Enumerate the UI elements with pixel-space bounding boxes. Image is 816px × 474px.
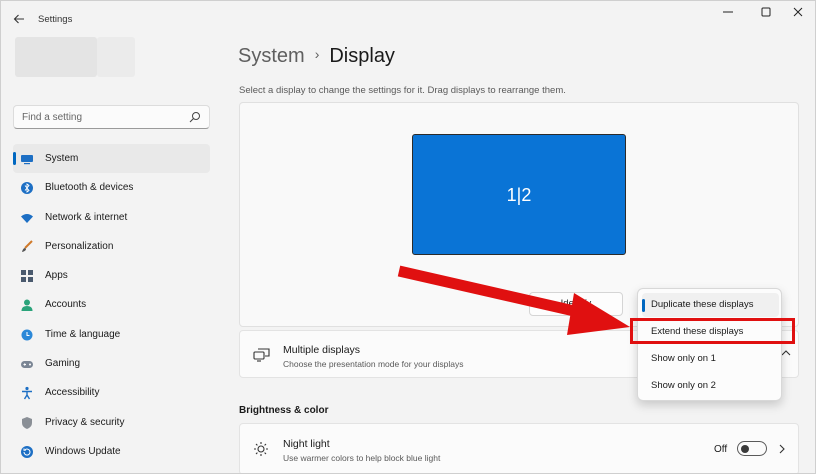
maximize-button[interactable] xyxy=(752,5,780,23)
dropdown-option-duplicate[interactable]: Duplicate these displays xyxy=(642,293,779,317)
display-arrangement-description: Select a display to change the settings … xyxy=(239,85,566,96)
gamepad-icon xyxy=(21,361,33,369)
sidebar-item-label: Bluetooth & devices xyxy=(45,182,134,194)
sidebar-item-label: Apps xyxy=(45,270,68,282)
sidebar-item-system[interactable]: System xyxy=(13,144,210,174)
sidebar-item-gaming[interactable]: Gaming xyxy=(13,349,210,378)
sidebar-item-time-language[interactable]: Time & language xyxy=(13,320,210,349)
dropdown-option-label: Show only on 1 xyxy=(651,353,716,364)
app-title: Settings xyxy=(38,14,73,25)
apps-icon xyxy=(21,270,33,283)
multiple-displays-subtitle: Choose the presentation mode for your di… xyxy=(283,359,464,369)
chevron-right-icon[interactable] xyxy=(776,443,788,455)
night-light-setting[interactable]: Night light Use warmer colors to help bl… xyxy=(239,423,799,473)
sidebar-item-windows-update[interactable]: Windows Update xyxy=(13,437,210,466)
accessibility-icon xyxy=(22,387,32,400)
annotation-highlight-box xyxy=(630,318,795,344)
sidebar-item-bluetooth[interactable]: Bluetooth & devices xyxy=(13,173,210,202)
multiple-displays-icon xyxy=(253,348,270,362)
close-button[interactable] xyxy=(784,5,812,23)
toggle-knob xyxy=(741,444,749,453)
update-icon xyxy=(21,445,33,458)
dropdown-option-show-only-2[interactable]: Show only on 2 xyxy=(642,374,779,398)
search-icon xyxy=(189,112,200,123)
sidebar-item-personalization[interactable]: Personalization xyxy=(13,232,210,261)
user-profile[interactable] xyxy=(15,37,135,77)
sidebar-item-accounts[interactable]: Accounts xyxy=(13,290,210,319)
multiple-displays-title: Multiple displays xyxy=(283,344,361,356)
sidebar-item-network[interactable]: Network & internet xyxy=(13,203,210,232)
sidebar-item-label: Personalization xyxy=(45,240,114,252)
page-title: Display xyxy=(329,45,395,67)
monitor-label: 1|2 xyxy=(506,185,532,205)
back-button[interactable] xyxy=(9,10,29,28)
breadcrumb: System › Display xyxy=(238,45,395,68)
sidebar-item-label: Time & language xyxy=(45,328,121,340)
search-box[interactable] xyxy=(13,105,210,129)
sidebar-item-label: Accounts xyxy=(45,299,87,311)
minimize-icon xyxy=(723,11,733,13)
arrow-left-icon xyxy=(13,14,24,24)
minimize-button[interactable] xyxy=(714,5,742,23)
sun-icon xyxy=(254,442,268,456)
sidebar-item-label: Gaming xyxy=(45,358,81,370)
breadcrumb-separator: › xyxy=(314,46,320,62)
bluetooth-icon xyxy=(21,182,33,195)
sidebar-item-apps[interactable]: Apps xyxy=(13,261,210,290)
night-light-title: Night light xyxy=(283,438,330,450)
brush-icon xyxy=(22,240,33,252)
sidebar-item-label: Accessibility xyxy=(45,387,100,399)
multiple-displays-dropdown: Duplicate these displays Extend these di… xyxy=(637,288,782,401)
sidebar-item-accessibility[interactable]: Accessibility xyxy=(13,378,210,407)
search-input[interactable] xyxy=(22,110,182,125)
settings-window: Settings System Bluetooth & devices xyxy=(0,0,816,474)
globe-clock-icon xyxy=(21,329,33,341)
title-bar: Settings xyxy=(1,1,815,37)
night-light-toggle[interactable] xyxy=(737,441,767,456)
sidebar-item-label: Privacy & security xyxy=(45,416,125,428)
system-icon xyxy=(21,155,33,165)
sidebar-item-label: Network & internet xyxy=(45,211,128,223)
breadcrumb-parent[interactable]: System xyxy=(238,45,305,67)
close-icon xyxy=(793,7,803,17)
sidebar-item-label: Windows Update xyxy=(45,445,121,457)
night-light-subtitle: Use warmer colors to help block blue lig… xyxy=(283,453,441,463)
dropdown-option-label: Duplicate these displays xyxy=(651,299,754,310)
maximize-icon xyxy=(761,7,771,17)
sidebar-item-label: System xyxy=(45,153,79,164)
avatar xyxy=(15,37,97,77)
night-light-state: Off xyxy=(714,444,728,455)
profile-info xyxy=(97,37,135,77)
identify-button[interactable]: Identify xyxy=(529,292,623,316)
display-monitor[interactable]: 1|2 xyxy=(412,134,626,255)
dropdown-option-show-only-1[interactable]: Show only on 1 xyxy=(642,347,779,371)
person-icon xyxy=(21,299,33,312)
sidebar-item-privacy[interactable]: Privacy & security xyxy=(13,408,210,437)
wifi-icon xyxy=(21,213,33,223)
dropdown-option-label: Show only on 2 xyxy=(651,380,716,391)
sidebar-nav: System Bluetooth & devices Network & int… xyxy=(13,144,210,466)
brightness-color-heading: Brightness & color xyxy=(239,405,329,416)
shield-icon xyxy=(22,416,32,429)
